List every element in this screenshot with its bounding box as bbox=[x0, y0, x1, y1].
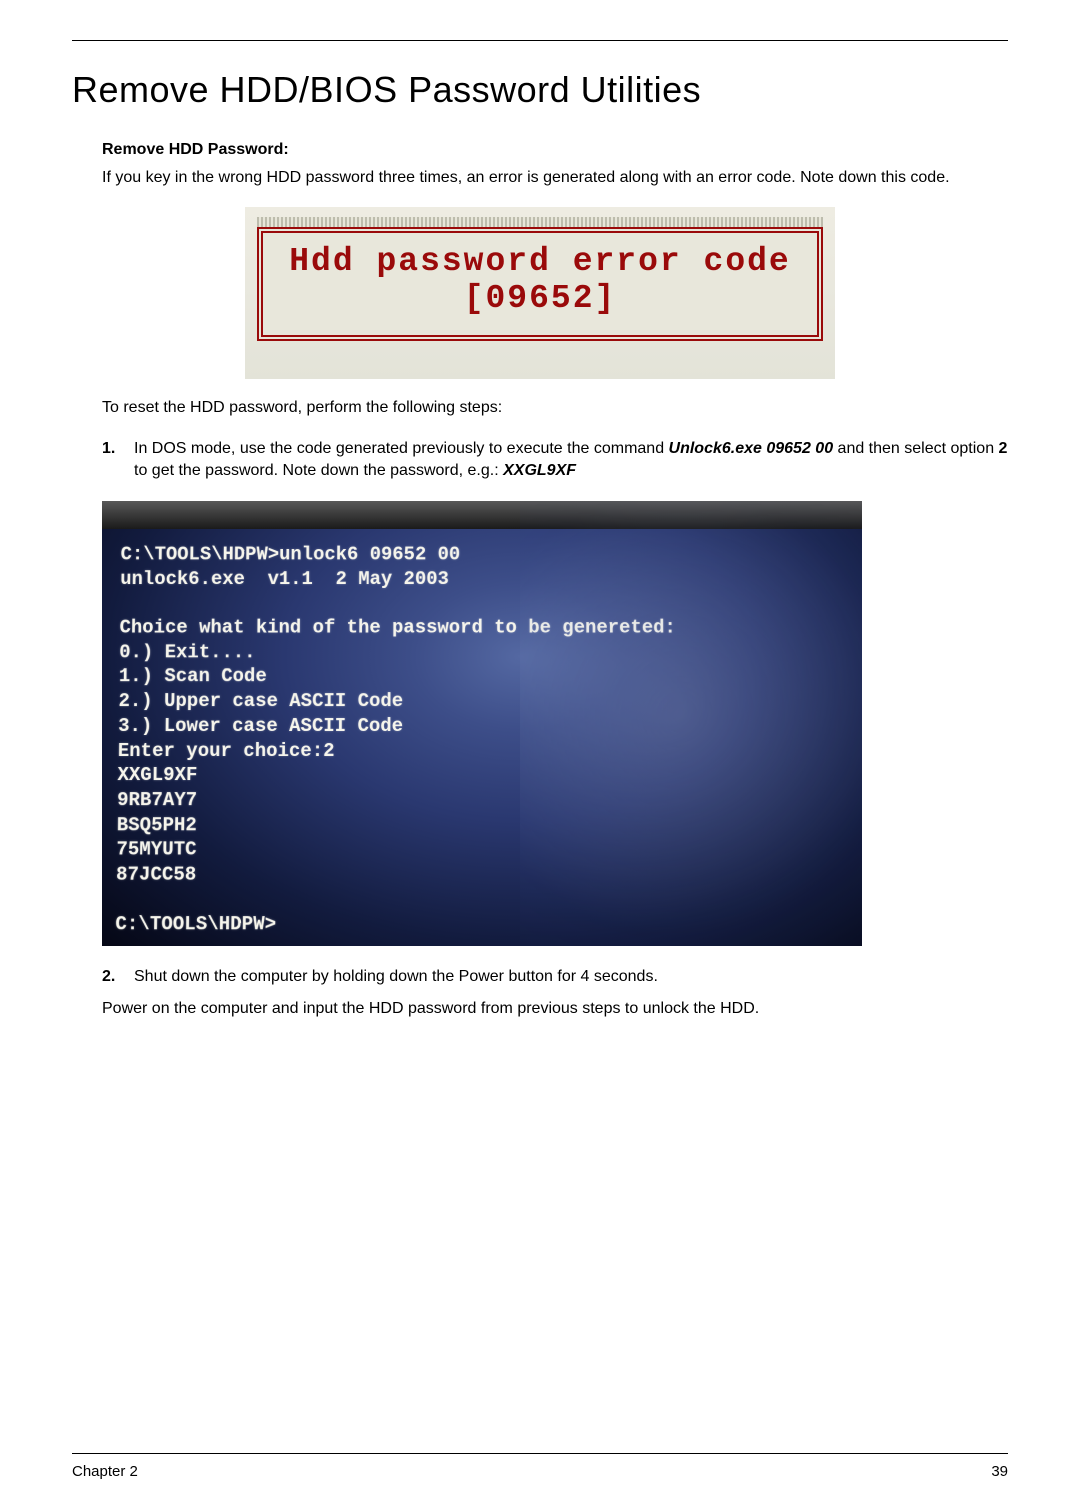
reset-intro: To reset the HDD password, perform the f… bbox=[102, 397, 1008, 419]
footer-page-number: 39 bbox=[991, 1463, 1008, 1480]
dos-text: C:\TOOLS\HDPW>unlock6 09652 00 unlock6.e… bbox=[115, 542, 855, 937]
step-1-pwd: XXGL9XF bbox=[503, 462, 576, 479]
dos-terminal-screenshot: C:\TOOLS\HDPW>unlock6 09652 00 unlock6.e… bbox=[102, 501, 862, 946]
error-line-2: [09652] bbox=[279, 280, 801, 317]
decorative-stripes bbox=[257, 217, 823, 227]
dos-bezel-top bbox=[102, 501, 862, 529]
step-1-cmd: Unlock6.exe 09652 00 bbox=[669, 440, 834, 457]
outro-paragraph: Power on the computer and input the HDD … bbox=[102, 998, 1008, 1020]
step-1-pre: In DOS mode, use the code generated prev… bbox=[134, 440, 669, 457]
step-1: 1. In DOS mode, use the code generated p… bbox=[102, 438, 1008, 483]
bottom-rule bbox=[72, 1453, 1008, 1454]
error-line-1: Hdd password error code bbox=[279, 243, 801, 280]
step-1-opt: 2 bbox=[999, 440, 1008, 457]
step-2: 2. Shut down the computer by holding dow… bbox=[102, 966, 1008, 988]
step-2-number: 2. bbox=[102, 966, 134, 988]
step-1-mid2: to get the password. Note down the passw… bbox=[134, 462, 503, 479]
intro-paragraph: If you key in the wrong HDD password thr… bbox=[102, 167, 1008, 189]
page-title: Remove HDD/BIOS Password Utilities bbox=[72, 69, 1008, 111]
section-heading: Remove HDD Password: bbox=[102, 141, 1008, 159]
step-1-number: 1. bbox=[102, 438, 134, 483]
top-rule bbox=[72, 40, 1008, 41]
error-frame: Hdd password error code [09652] bbox=[257, 227, 823, 341]
step-1-mid: and then select option bbox=[833, 440, 998, 457]
step-2-body: Shut down the computer by holding down t… bbox=[134, 966, 1008, 988]
footer-chapter: Chapter 2 bbox=[72, 1463, 138, 1480]
error-code-screenshot: Hdd password error code [09652] bbox=[245, 207, 835, 379]
step-1-body: In DOS mode, use the code generated prev… bbox=[134, 438, 1008, 483]
